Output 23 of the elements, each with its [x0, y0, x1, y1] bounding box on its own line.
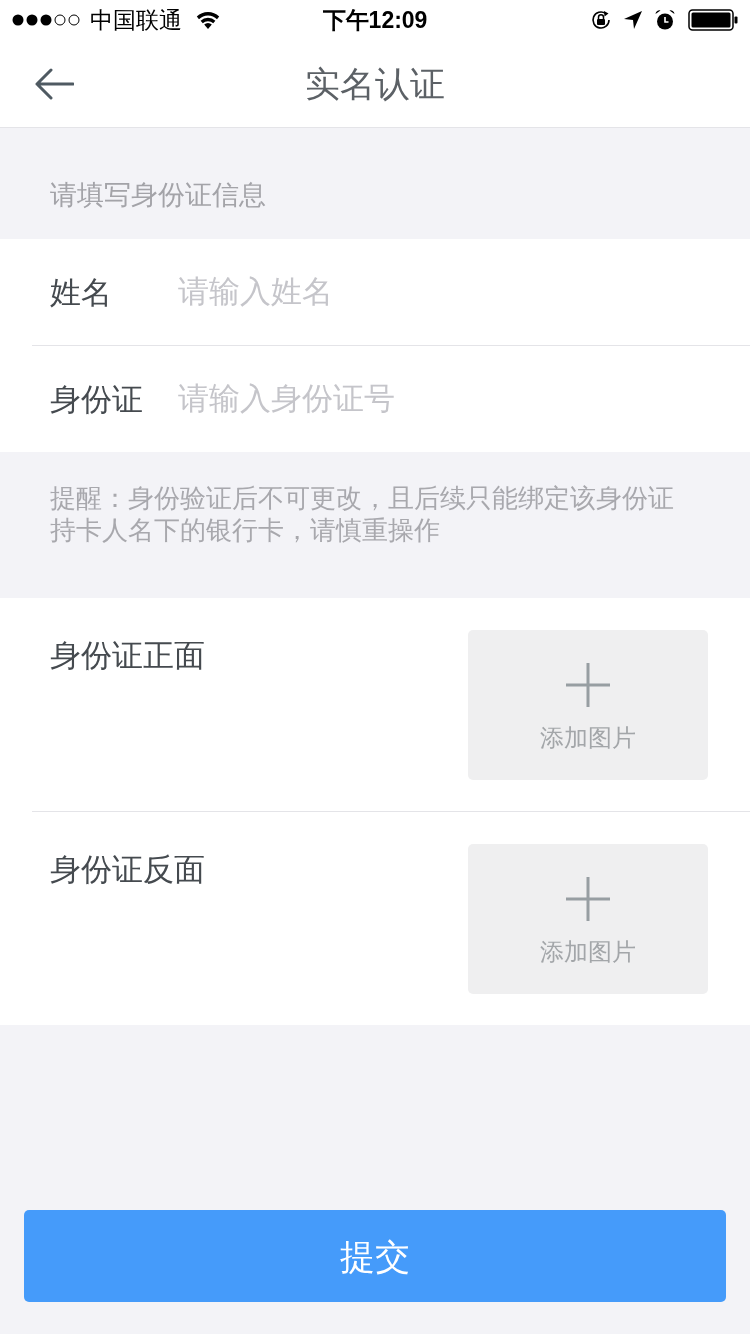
plus-icon — [566, 877, 610, 921]
submit-button[interactable]: 提交 — [24, 1210, 726, 1302]
status-time: 下午12:09 — [322, 8, 428, 32]
signal-strength-icon — [12, 14, 80, 26]
carrier-name: 中国联通 — [90, 8, 182, 32]
back-arrow-icon — [34, 67, 74, 100]
upload-label: 身份证正面 — [50, 637, 205, 675]
alarm-clock-icon — [654, 9, 676, 31]
wifi-icon — [196, 11, 220, 29]
location-arrow-icon — [624, 11, 642, 29]
notice-text: 提醒：身份验证后不可更改，且后续只能绑定该身份证持卡人名下的银行卡，请慎重操作 — [50, 482, 675, 546]
rotation-lock-icon — [590, 9, 612, 31]
section-hint: 请填写身份证信息 — [50, 182, 266, 209]
field-label: 姓名 — [50, 276, 113, 308]
input-field[interactable]: 请输入身份证号 — [178, 374, 726, 424]
page-title: 实名认证 — [305, 66, 445, 101]
add-image-button[interactable]: 添加图片 — [468, 630, 708, 780]
upload-label: 身份证反面 — [50, 851, 205, 889]
input-field[interactable]: 请输入姓名 — [178, 267, 726, 317]
field-label: 身份证 — [50, 383, 144, 415]
plus-icon — [566, 663, 610, 707]
battery-icon — [688, 9, 738, 31]
add-image-button[interactable]: 添加图片 — [468, 844, 708, 994]
